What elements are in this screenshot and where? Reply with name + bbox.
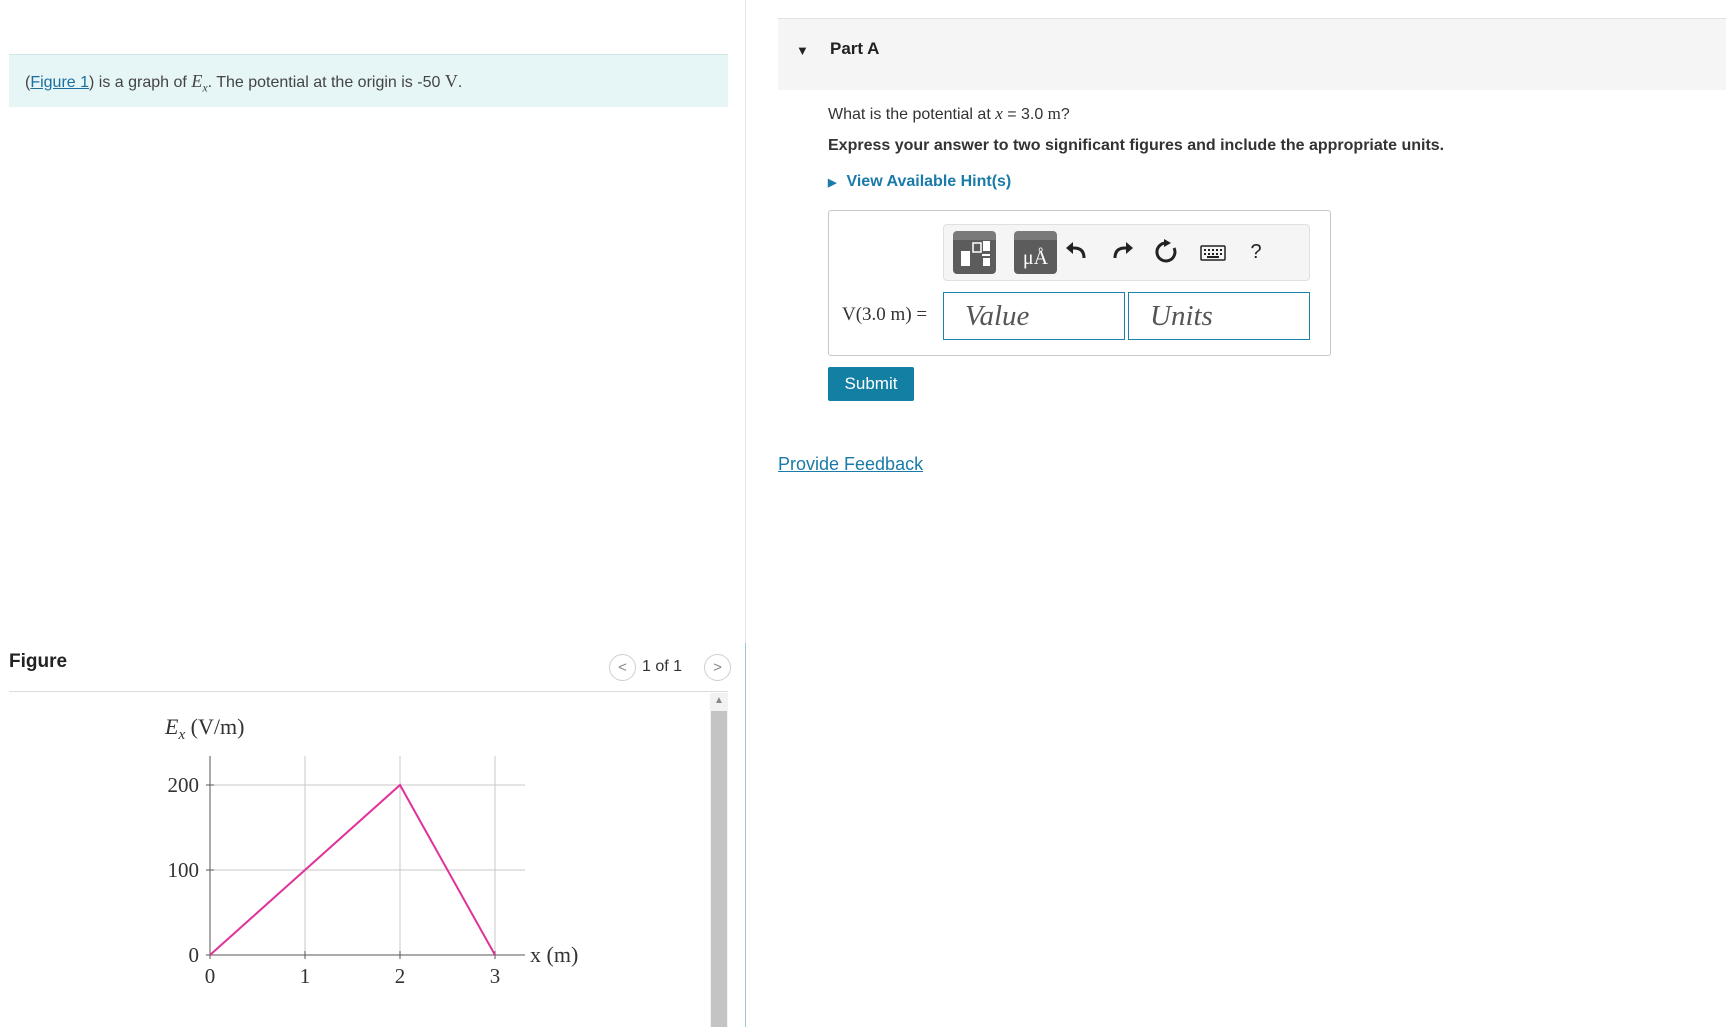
x-tick-label: 1 <box>300 964 311 988</box>
answer-instruction: Express your answer to two significant f… <box>828 137 1445 154</box>
math-toolbar: μÅ ? <box>943 224 1310 281</box>
chart-axes <box>206 756 525 959</box>
part-a-header[interactable]: ▼ Part A <box>778 18 1726 90</box>
expand-triangle-icon: ▶ <box>828 177 837 189</box>
figure-scrollbar[interactable]: ▲ <box>710 693 728 1027</box>
part-title: Part A <box>830 39 880 58</box>
x-tick-label: 0 <box>205 964 216 988</box>
submit-button[interactable]: Submit <box>828 367 914 401</box>
x-tick-label: 3 <box>490 964 501 988</box>
figure-1-link[interactable]: Figure 1 <box>30 74 89 91</box>
pane-divider-accent <box>745 643 746 1027</box>
view-hints-toggle[interactable]: ▶ View Available Hint(s) <box>828 173 1011 191</box>
next-figure-button[interactable]: > <box>704 654 731 681</box>
templates-icon <box>961 241 990 266</box>
figure-title: Figure <box>9 651 68 672</box>
templates-button[interactable] <box>953 231 996 274</box>
problem-intro: (Figure 1) is a graph of Ex. The potenti… <box>9 54 728 107</box>
chart-xlabel: x (m) <box>530 942 578 967</box>
question-text: What is the potential at x = 3.0 m? <box>828 104 1070 123</box>
previous-figure-button[interactable]: < <box>609 654 636 681</box>
answer-label: V(3.0 m) = <box>842 304 928 325</box>
problem-pane: (Figure 1) is a graph of Ex. The potenti… <box>0 0 745 1027</box>
chart-ylabel: Ex (V/m) <box>164 714 244 743</box>
units-icon: μÅ <box>1022 247 1049 269</box>
units-input[interactable]: Units <box>1128 292 1310 340</box>
chart-tick-labels: 0 1 2 3 0 100 200 <box>168 773 501 988</box>
intro-text-2: . The potential at the origin is -50 <box>207 74 445 91</box>
keyboard-icon[interactable] <box>1198 237 1228 267</box>
figure-pager: 1 of 1 <box>642 658 683 675</box>
scroll-up-icon[interactable]: ▲ <box>710 693 728 709</box>
help-icon[interactable]: ? <box>1241 237 1271 267</box>
collapse-caret-icon[interactable]: ▼ <box>796 43 809 58</box>
scrollbar-thumb[interactable] <box>711 711 727 1027</box>
figure-header: Figure < 1 of 1 > <box>9 642 731 692</box>
x-tick-label: 2 <box>395 964 406 988</box>
field-graph: Ex (V/m) 0 1 2 3 0 100 200 x (m) <box>164 714 578 988</box>
chevron-left-icon: < <box>618 659 627 676</box>
value-input[interactable]: Value <box>943 292 1125 340</box>
hints-label: View Available Hint(s) <box>846 173 1012 190</box>
y-tick-label: 100 <box>168 858 200 882</box>
field-variable: Ex <box>191 71 208 95</box>
y-tick-label: 200 <box>168 773 200 797</box>
reset-icon[interactable] <box>1151 237 1181 267</box>
answer-box: μÅ ? V(3.0 m) = Value Units <box>828 210 1331 356</box>
redo-icon[interactable] <box>1107 237 1137 267</box>
y-tick-label: 0 <box>189 943 200 967</box>
provide-feedback-link[interactable]: Provide Feedback <box>778 454 923 475</box>
volt-unit: V <box>444 71 458 91</box>
intro-text: ) is a graph of <box>89 74 192 91</box>
chevron-right-icon: > <box>713 659 722 676</box>
undo-icon[interactable] <box>1063 237 1093 267</box>
units-symbols-button[interactable]: μÅ <box>1014 231 1057 274</box>
